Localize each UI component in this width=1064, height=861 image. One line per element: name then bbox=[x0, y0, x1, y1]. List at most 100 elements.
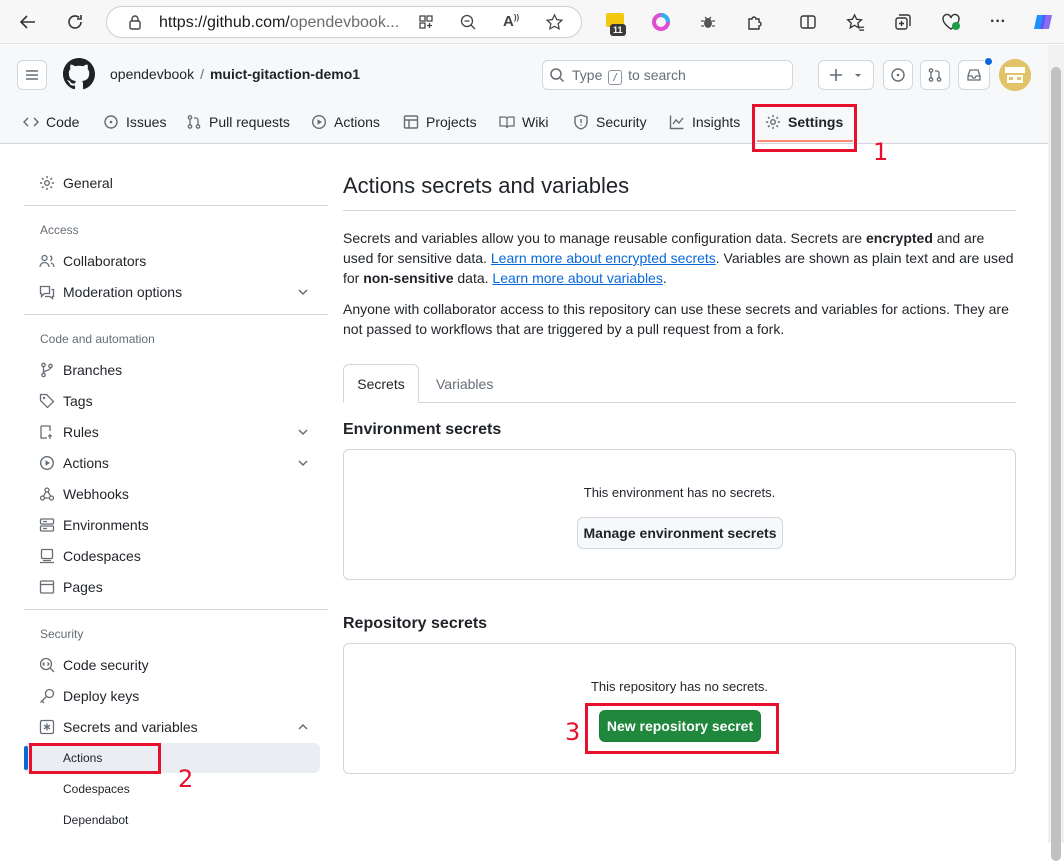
sidebar-item-tags[interactable]: Tags bbox=[24, 385, 320, 416]
codescan-icon bbox=[39, 657, 55, 673]
sidebar-item-code-security[interactable]: Code security bbox=[24, 649, 320, 680]
sidebar-heading-security: Security bbox=[40, 627, 84, 641]
inbox-icon bbox=[967, 69, 981, 81]
rules-icon bbox=[39, 424, 55, 440]
sidebar-item-rules[interactable]: Rules bbox=[24, 416, 320, 447]
environment-secrets-heading: Environment secrets bbox=[343, 421, 502, 438]
issue-icon bbox=[104, 115, 118, 129]
tab-code[interactable]: Code bbox=[23, 106, 79, 138]
back-icon[interactable] bbox=[14, 8, 42, 36]
search-input[interactable]: Type / to search bbox=[542, 60, 793, 90]
sidebar-divider bbox=[24, 205, 328, 206]
sidebar-item-label: Environments bbox=[63, 516, 149, 533]
tab-label: Insights bbox=[692, 114, 741, 130]
tab-label: Code bbox=[46, 114, 80, 130]
tab-wiki[interactable]: Wiki bbox=[499, 106, 548, 138]
pull-requests-button[interactable] bbox=[920, 60, 950, 90]
search-icon bbox=[549, 67, 565, 83]
tab-security[interactable]: Security bbox=[573, 106, 647, 138]
server-icon bbox=[39, 517, 55, 533]
webhook-icon bbox=[39, 486, 55, 502]
key-icon bbox=[39, 688, 55, 704]
tab-pull-requests[interactable]: Pull requests bbox=[186, 106, 290, 138]
annotation-label: 2 bbox=[178, 765, 194, 793]
collaborator-paragraph: Anyone with collaborator access to this … bbox=[343, 301, 1009, 337]
book-icon bbox=[499, 116, 515, 129]
sidebar-item-webhooks[interactable]: Webhooks bbox=[24, 478, 320, 509]
encrypted-secrets-link[interactable]: Learn more about encrypted secrets bbox=[491, 250, 716, 266]
shield-icon bbox=[574, 114, 588, 130]
sidebar-heading-code: Code and automation bbox=[40, 332, 155, 346]
breadcrumb-separator: / bbox=[200, 66, 204, 82]
sidebar-item-environments[interactable]: Environments bbox=[24, 509, 320, 540]
sidebar-item-actions[interactable]: Actions bbox=[24, 447, 320, 478]
sidebar-item-secrets[interactable]: Secrets and variables bbox=[24, 711, 320, 742]
sidebar-item-branches[interactable]: Branches bbox=[24, 354, 320, 385]
avatar[interactable] bbox=[999, 59, 1031, 91]
star-icon[interactable] bbox=[545, 13, 565, 33]
chevron-down-icon[interactable] bbox=[296, 456, 310, 470]
sidebar-item-collaborators[interactable]: Collaborators bbox=[24, 245, 320, 276]
repository-secrets-heading: Repository secrets bbox=[343, 615, 488, 632]
sidebar-item-label: Webhooks bbox=[63, 485, 129, 502]
annotation-label: 1 bbox=[873, 138, 889, 166]
chevron-up-icon[interactable] bbox=[296, 720, 310, 734]
copilot-icon[interactable] bbox=[1031, 10, 1055, 34]
pull-request-icon bbox=[187, 115, 201, 129]
codespaces-icon bbox=[39, 548, 55, 564]
sidebar-item-label: Deploy keys bbox=[63, 687, 140, 704]
refresh-icon[interactable] bbox=[61, 8, 89, 36]
hamburger-icon bbox=[26, 70, 38, 80]
address-bar[interactable]: https://github.com/opendevbook... A)) bbox=[106, 6, 582, 38]
more-menu-icon[interactable]: ··· bbox=[986, 10, 1010, 34]
tab-secrets[interactable]: Secrets bbox=[343, 364, 419, 403]
caret-down-icon bbox=[855, 74, 861, 77]
tab-issues[interactable]: Issues bbox=[103, 106, 166, 138]
play-icon bbox=[39, 455, 55, 471]
play-icon bbox=[311, 114, 327, 130]
create-new-button[interactable] bbox=[818, 60, 874, 90]
tab-variables[interactable]: Variables bbox=[436, 364, 493, 403]
tab-label: Pull requests bbox=[209, 114, 290, 130]
color-extension-icon[interactable] bbox=[649, 10, 673, 34]
page-scrollbar[interactable] bbox=[1048, 45, 1064, 861]
sidebar-item-label: Rules bbox=[63, 423, 99, 440]
tab-label: Issues bbox=[126, 114, 167, 130]
sidebar-item-moderation[interactable]: Moderation options bbox=[24, 276, 320, 307]
highlight-box-actions bbox=[29, 743, 161, 774]
empty-state-text: This environment has no secrets. bbox=[583, 485, 776, 500]
grid-icon[interactable] bbox=[417, 13, 437, 33]
sidebar-item-pages[interactable]: Pages bbox=[24, 571, 320, 602]
puzzle-icon[interactable] bbox=[743, 10, 767, 34]
tab-label: Security bbox=[596, 114, 647, 130]
variables-link[interactable]: Learn more about variables bbox=[492, 270, 662, 286]
tab-projects[interactable]: Projects bbox=[403, 106, 477, 138]
sidebar-divider bbox=[24, 314, 328, 315]
issues-button[interactable] bbox=[883, 60, 913, 90]
menu-button[interactable] bbox=[17, 60, 47, 90]
repo-link[interactable]: muict-gitaction-demo1 bbox=[210, 66, 360, 82]
split-screen-icon[interactable] bbox=[796, 10, 820, 34]
intro-paragraph: Secrets and variables allow you to manag… bbox=[343, 230, 1014, 286]
tab-actions[interactable]: Actions bbox=[311, 106, 380, 138]
sidebar-item-codespaces[interactable]: Codespaces bbox=[24, 540, 320, 571]
chevron-down-icon[interactable] bbox=[296, 285, 310, 299]
tab-insights[interactable]: Insights bbox=[669, 106, 740, 138]
collections-icon[interactable] bbox=[891, 10, 915, 34]
owner-link[interactable]: opendevbook bbox=[110, 66, 194, 82]
manage-environment-secrets-button[interactable]: Manage environment secrets bbox=[577, 517, 783, 549]
scrollbar-thumb[interactable] bbox=[1051, 67, 1061, 861]
bug-icon[interactable] bbox=[696, 10, 720, 34]
sidebar-item-deploy-keys[interactable]: Deploy keys bbox=[24, 680, 320, 711]
health-icon[interactable] bbox=[939, 10, 963, 34]
github-logo-icon[interactable] bbox=[63, 58, 95, 90]
sidebar-subitem-codespaces[interactable]: Codespaces bbox=[24, 774, 320, 804]
chevron-down-icon[interactable] bbox=[296, 425, 310, 439]
favorites-icon[interactable] bbox=[843, 10, 867, 34]
read-aloud-icon[interactable]: A)) bbox=[503, 13, 523, 33]
zoom-icon[interactable] bbox=[459, 13, 479, 33]
sidebar-item-general[interactable]: General bbox=[24, 167, 320, 198]
plus-icon bbox=[830, 69, 842, 81]
sidebar-subitem-dependabot[interactable]: Dependabot bbox=[24, 805, 320, 835]
sidebar-item-label: Secrets and variables bbox=[63, 718, 198, 735]
